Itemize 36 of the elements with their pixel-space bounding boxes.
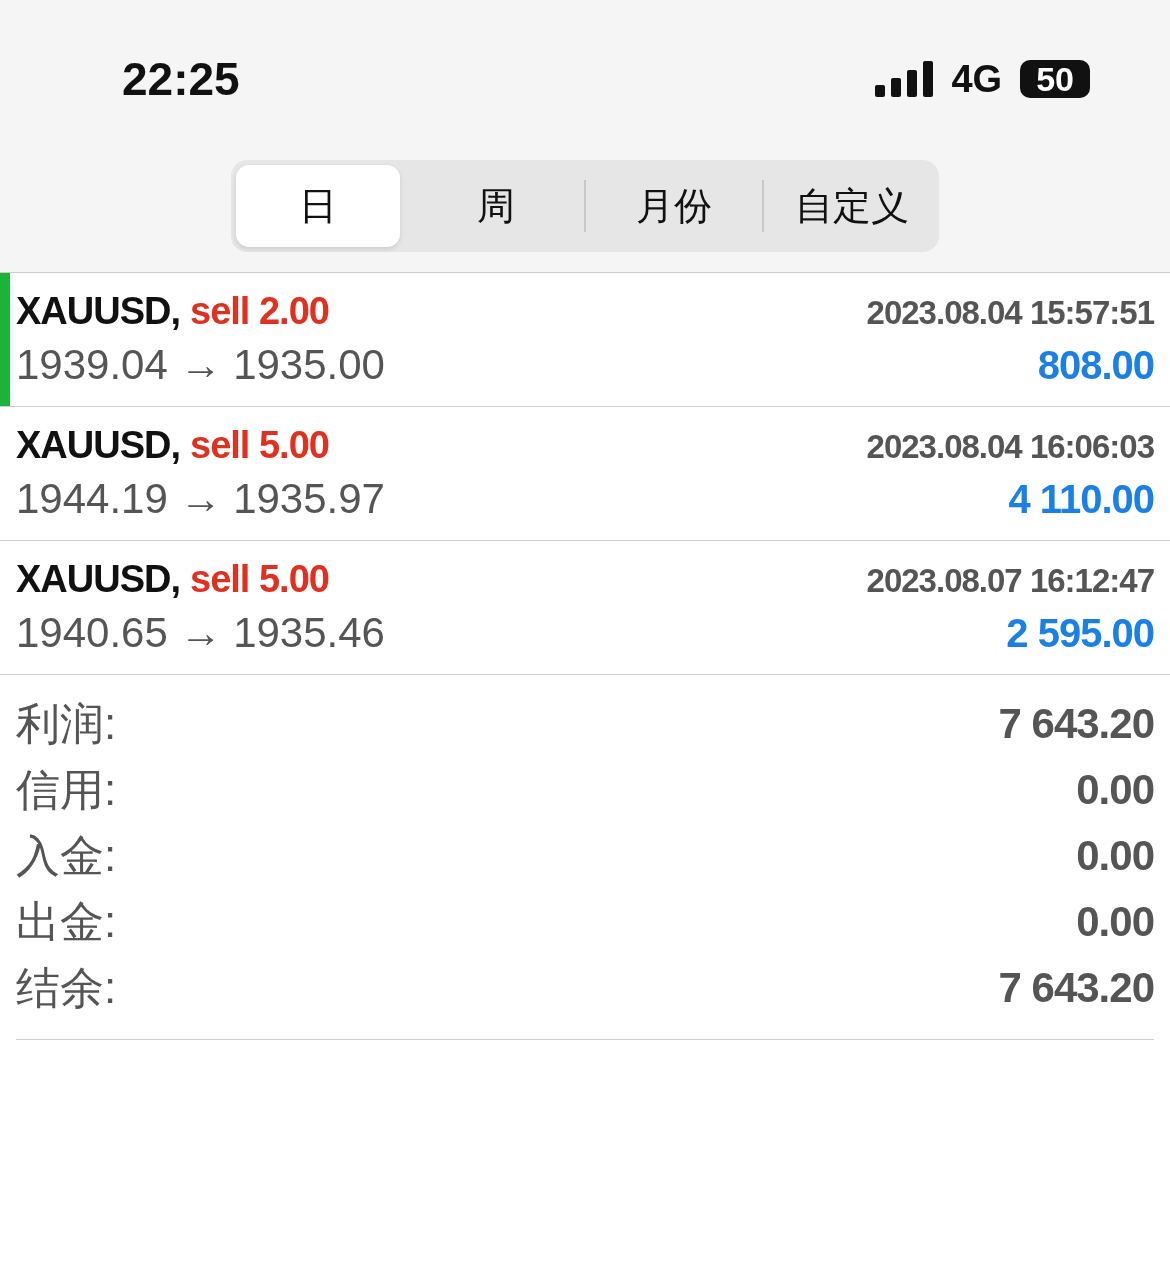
summary-value: 0.00 — [1076, 898, 1154, 946]
deal-profit: 2 595.00 — [1006, 611, 1154, 656]
battery-indicator: 50 — [1020, 60, 1090, 98]
summary-value: 7 643.20 — [998, 700, 1154, 748]
period-tab[interactable]: 日 — [236, 165, 400, 247]
deal-side: sell 2.00 — [190, 290, 329, 333]
deal-prices: 1940.65 → 1935.46 — [16, 609, 385, 657]
summary-value: 7 643.20 — [998, 964, 1154, 1012]
summary-label: 利润: — [16, 697, 117, 750]
deal-row[interactable]: XAUUSD, sell 5.00 2023.08.07 16:12:47 1940.65 → 1935.46 2 595.00 — [0, 541, 1170, 675]
summary-label: 出金: — [16, 895, 117, 948]
period-tab[interactable]: 周 — [414, 165, 578, 247]
deal-symbol: XAUUSD, — [16, 290, 181, 333]
network-label: 4G — [951, 57, 1003, 101]
period-tab[interactable]: 月份 — [592, 165, 756, 247]
deal-profit: 4 110.00 — [1008, 477, 1154, 522]
deal-row[interactable]: XAUUSD, sell 2.00 2023.08.04 15:57:51 1939.04 → 1935.00 808.00 — [0, 273, 1170, 407]
deal-row[interactable]: XAUUSD, sell 5.00 2023.08.04 16:06:03 1944.19 → 1935.97 4 110.00 — [0, 407, 1170, 541]
deal-symbol: XAUUSD, — [16, 558, 181, 601]
summary-value: 0.00 — [1076, 832, 1154, 880]
deal-time: 2023.08.04 16:06:03 — [866, 428, 1154, 466]
deal-symbol: XAUUSD, — [16, 424, 181, 467]
deal-prices: 1944.19 → 1935.97 — [16, 475, 385, 523]
summary-label: 信用: — [16, 763, 117, 816]
deal-time: 2023.08.07 16:12:47 — [866, 562, 1154, 600]
deal-time: 2023.08.04 15:57:51 — [866, 294, 1154, 332]
deal-profit: 808.00 — [1037, 343, 1154, 388]
summary-value: 0.00 — [1076, 766, 1154, 814]
deal-side: sell 5.00 — [190, 558, 329, 601]
deal-prices: 1939.04 → 1935.00 — [16, 341, 385, 389]
summary-label: 结余: — [16, 961, 117, 1014]
deal-side: sell 5.00 — [190, 424, 329, 467]
signal-icon — [875, 61, 934, 97]
status-time: 22:25 — [122, 52, 240, 106]
period-tab[interactable]: 自定义 — [770, 165, 934, 247]
summary-label: 入金: — [16, 829, 117, 882]
